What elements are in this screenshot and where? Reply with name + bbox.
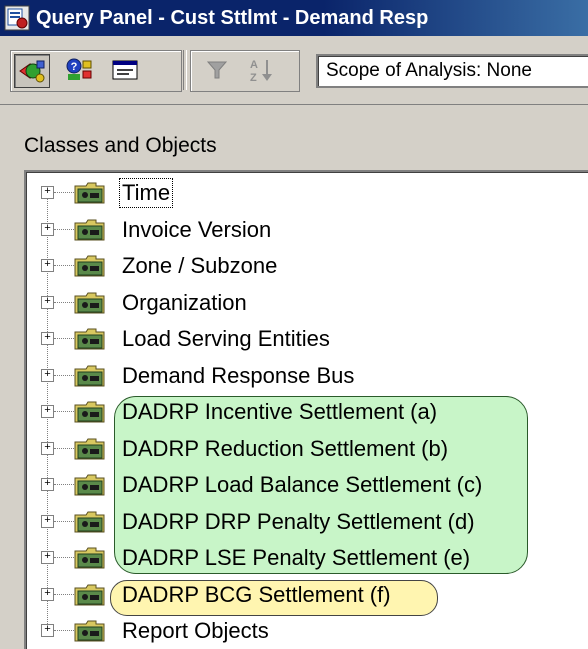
toolbar-separator [183,50,187,90]
tree-item-label: DADRP Load Balance Settlement (c) [122,472,483,497]
expand-plus-icon[interactable]: + [41,295,54,309]
tree-item-label: Organization [122,289,247,315]
expand-plus-icon[interactable]: + [41,368,54,382]
tree-item-label: Zone / Subzone [122,253,278,278]
expand-plus-icon[interactable]: + [41,405,54,418]
tree-item[interactable]: + Time [26,176,586,210]
tree-item-label: Report Objects [122,618,269,643]
tree-item[interactable]: + DADRP DRP Penalty Settlement (d) [26,505,586,539]
window-title: Query Panel - Cust Sttlmt - Demand Resp [36,6,429,29]
class-folder-icon [74,400,112,424]
tree-branch-line [54,338,74,339]
tree-item-label: Load Serving Entities [122,326,330,351]
class-folder-icon [74,291,112,315]
tree-item[interactable]: + Organization [26,286,586,320]
toolbar: ? A Z Scope of Analysis: None [0,36,588,105]
class-folder-icon [74,510,112,534]
tree-item-label: DADRP Reduction Settlement (b) [122,435,449,461]
tree-branch-line [54,484,74,485]
tree-branch-line [54,374,74,376]
tree-branch-line [54,411,74,412]
class-folder-icon [74,583,112,607]
tree-item-label: Invoice Version [122,216,272,242]
tree-branch-line [54,593,74,595]
tree-branch-line [54,228,74,230]
tree-branch-line [54,557,74,558]
tree-item-label: Time [118,178,174,208]
objects-view-button[interactable] [14,54,50,88]
tree-item-label: Demand Response Bus [122,362,355,388]
expand-plus-icon[interactable]: + [41,222,54,236]
tree-branch-line [54,447,74,449]
tree-item[interactable]: + DADRP Load Balance Settlement (c) [26,468,586,502]
tree-branch-line [54,301,74,303]
tree-item[interactable]: + DADRP LSE Penalty Settlement (e) [26,541,586,575]
expand-plus-icon[interactable]: + [41,441,54,455]
scope-of-analysis-field[interactable]: Scope of Analysis: None [316,54,588,88]
tree-item[interactable]: + Report Objects [26,614,586,648]
tree-item[interactable]: + DADRP Reduction Settlement (b) [26,432,586,466]
sql-view-button[interactable] [108,54,142,86]
class-folder-icon [74,327,112,351]
tree-item-label: DADRP DRP Penalty Settlement (d) [122,508,475,534]
class-folder-icon [74,218,112,242]
tree-item-label: DADRP Incentive Settlement (a) [122,399,438,424]
tree-branch-line [54,520,74,522]
class-folder-icon [74,254,112,278]
class-folder-icon [74,181,112,205]
user-objects-button[interactable]: ? [62,54,96,86]
app-icon[interactable] [4,5,30,31]
tree-item[interactable]: + DADRP BCG Settlement (f) [26,578,586,612]
tree-item[interactable]: + DADRP Incentive Settlement (a) [26,395,586,429]
objects-view-icon [19,60,45,83]
expand-plus-icon[interactable]: + [41,186,54,199]
expand-plus-icon[interactable]: + [41,259,54,272]
expand-plus-icon[interactable]: + [41,478,54,491]
sql-view-icon [112,60,138,80]
tree-item[interactable]: + Zone / Subzone [26,249,586,283]
expand-plus-icon[interactable]: + [41,587,54,601]
user-objects-icon: ? [66,58,92,80]
class-folder-icon [74,619,112,643]
query-panel-window: Query Panel - Cust Sttlmt - Demand Resp … [0,0,588,649]
expand-plus-icon[interactable]: + [41,551,54,564]
class-folder-icon [74,364,112,388]
expand-plus-icon[interactable]: + [41,332,54,345]
expand-plus-icon[interactable]: + [41,624,54,637]
tree-item[interactable]: + Load Serving Entities [26,322,586,356]
tree-branch-line [54,630,74,631]
tree-item[interactable]: + Demand Response Bus [26,359,586,393]
tree-branch-line [54,192,74,193]
expand-plus-icon[interactable]: + [41,514,54,528]
class-folder-icon [74,546,112,570]
tree-item-label: DADRP LSE Penalty Settlement (e) [122,545,471,570]
classes-and-objects-label: Classes and Objects [24,134,217,157]
class-folder-icon [74,473,112,497]
tree-item[interactable]: + Invoice Version [26,213,586,247]
classes-tree[interactable]: + Time + Invoice Version + Zone / Subzone + Org… [24,170,588,649]
toolbar-group-filters [190,50,300,92]
title-bar[interactable]: Query Panel - Cust Sttlmt - Demand Resp [0,0,588,36]
svg-text:?: ? [71,61,78,73]
tree-branch-line [54,265,74,266]
tree-item-label: DADRP BCG Settlement (f) [122,581,391,607]
class-folder-icon [74,437,112,461]
